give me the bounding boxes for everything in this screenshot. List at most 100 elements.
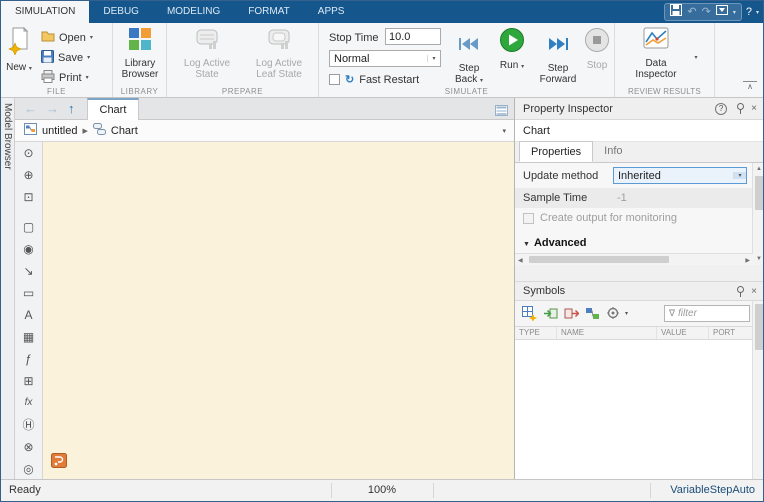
annotation-icon[interactable]: A <box>17 304 41 326</box>
data-inspector-dropdown[interactable]: ▾ <box>689 45 703 65</box>
zoom-in-icon[interactable]: ⊕ <box>17 164 41 186</box>
matlab-function-icon[interactable]: fx <box>17 392 41 414</box>
panel-help-icon[interactable]: ? <box>715 102 728 115</box>
save-file-icon <box>41 49 54 66</box>
step-back-button[interactable]: Step Back ▾ <box>449 23 489 87</box>
scroll-up-icon[interactable]: ▲ <box>753 166 763 172</box>
screenshot-dropdown-icon[interactable]: ▾ <box>733 9 736 16</box>
symbols-filter[interactable]: ∇ <box>664 305 750 322</box>
default-transition-icon[interactable]: ↘ <box>17 260 41 282</box>
explore-icon[interactable]: ⊙ <box>17 142 41 164</box>
add-output-data-icon[interactable] <box>562 305 580 323</box>
update-method-select[interactable]: Inherited ▾ <box>613 167 747 184</box>
add-local-data-icon[interactable] <box>583 305 601 323</box>
image-icon[interactable]: ▦ <box>17 326 41 348</box>
column-value[interactable]: VALUE <box>657 327 709 339</box>
fast-restart-toggle[interactable]: ↻ Fast Restart <box>329 73 419 86</box>
symbols-vscroll-thumb[interactable] <box>754 304 763 350</box>
toolstrip-tabbar: SIMULATION DEBUG MODELING FORMAT APPS ↶ … <box>1 1 763 23</box>
help-icon[interactable]: ? <box>746 4 752 20</box>
tab-info[interactable]: Info <box>593 141 633 162</box>
sample-time-value[interactable]: -1 <box>617 188 627 208</box>
chart-badge-icon[interactable] <box>51 453 67 473</box>
open-button[interactable]: Open ▾ <box>41 29 93 46</box>
breadcrumb-chart[interactable]: Chart <box>111 125 138 137</box>
box-icon[interactable]: ▭ <box>17 282 41 304</box>
add-input-data-icon[interactable] <box>541 305 559 323</box>
properties-vscroll-thumb[interactable] <box>754 176 763 210</box>
run-dropdown-icon: ▾ <box>521 64 525 70</box>
print-button[interactable]: Print ▾ <box>41 69 89 86</box>
new-button[interactable]: New ▾ <box>3 23 35 75</box>
step-back-icon <box>458 27 480 61</box>
properties-vertical-scrollbar[interactable]: ▲ ▼ <box>752 163 763 265</box>
save-icon[interactable] <box>670 3 683 21</box>
document-tab-chart[interactable]: Chart <box>86 97 140 120</box>
stop-time-input[interactable] <box>385 28 441 45</box>
properties-hscroll-thumb[interactable] <box>529 256 669 263</box>
column-name[interactable]: NAME <box>557 327 657 339</box>
tab-simulation[interactable]: SIMULATION <box>1 1 90 23</box>
status-solver[interactable]: VariableStepAuto <box>670 480 755 501</box>
symbols-filter-input[interactable] <box>678 308 737 319</box>
chart-icon <box>92 123 106 138</box>
step-forward-button[interactable]: Step Forward <box>535 23 581 85</box>
breadcrumb-dropdown-icon[interactable]: ▾ <box>502 127 506 135</box>
nav-forward-icon[interactable]: → <box>46 101 59 116</box>
model-browser-strip[interactable]: Model Browser <box>1 98 15 481</box>
junction-icon[interactable]: ◉ <box>17 238 41 260</box>
status-zoom[interactable]: 100% <box>368 480 396 501</box>
tab-properties[interactable]: Properties <box>519 141 594 162</box>
add-data-icon[interactable] <box>520 305 538 323</box>
nav-up-icon[interactable]: ↑ <box>68 101 75 116</box>
function-icon[interactable]: ƒ <box>17 348 41 370</box>
undo-icon[interactable]: ↶ <box>687 4 696 20</box>
state-icon[interactable]: ▢ <box>17 216 41 238</box>
panel-close-icon[interactable]: × <box>751 103 757 114</box>
truth-table-icon[interactable]: ⊞ <box>17 370 41 392</box>
symbols-pin-icon[interactable] <box>735 285 745 297</box>
collapse-toolstrip-icon[interactable]: ∧ <box>743 81 757 93</box>
fast-restart-checkbox[interactable] <box>329 74 340 85</box>
symbols-view-dropdown-icon[interactable]: ▾ <box>625 310 628 317</box>
print-icon <box>41 69 55 86</box>
tab-format[interactable]: FORMAT <box>234 1 303 23</box>
chart-canvas[interactable] <box>43 142 514 481</box>
stop-button[interactable]: Stop <box>583 23 611 71</box>
scroll-down-icon[interactable]: ▼ <box>753 256 763 262</box>
symbols-close-icon[interactable]: × <box>751 286 757 297</box>
screenshot-icon[interactable] <box>715 4 728 20</box>
column-type[interactable]: TYPE <box>515 327 557 339</box>
tab-debug[interactable]: DEBUG <box>89 1 153 23</box>
log-active-leaf-state-button[interactable]: Log Active Leaf State <box>247 23 311 80</box>
symbols-vertical-scrollbar[interactable] <box>752 301 763 481</box>
toolstrip-ribbon: New ▾ Open ▾ Save ▾ Print ▾ FILE Library… <box>1 23 763 98</box>
save-button[interactable]: Save ▾ <box>41 49 90 66</box>
nav-back-icon[interactable]: ← <box>24 101 37 116</box>
column-port[interactable]: PORT <box>709 327 753 339</box>
tab-modeling[interactable]: MODELING <box>153 1 234 23</box>
junction-x-icon[interactable]: ⊗ <box>17 436 41 458</box>
toolbar-options-dropdown-icon[interactable]: ▾ <box>756 9 759 16</box>
entry-junction-icon[interactable]: ◎ <box>17 458 41 480</box>
log-active-state-button[interactable]: Log Active State <box>175 23 239 80</box>
history-junction-icon[interactable]: Ⓗ <box>17 414 41 436</box>
simulation-mode-select[interactable]: Normal ▾ <box>329 50 441 67</box>
panel-pin-icon[interactable] <box>735 103 745 114</box>
editor-overview-icon[interactable] <box>495 103 508 121</box>
data-inspector-button[interactable]: Data Inspector <box>629 23 683 80</box>
tab-apps[interactable]: APPS <box>304 1 359 23</box>
scroll-right-icon[interactable]: ▶ <box>745 257 750 264</box>
run-button[interactable]: Run ▾ <box>495 23 529 73</box>
library-browser-button[interactable]: Library Browser <box>116 23 164 80</box>
properties-horizontal-scrollbar[interactable]: ◀ ▶ <box>515 253 753 265</box>
group-view-icon[interactable] <box>604 305 622 323</box>
data-inspector-icon <box>643 27 669 56</box>
redo-icon[interactable]: ↷ <box>702 4 711 20</box>
fit-to-view-icon[interactable]: ⊡ <box>17 186 41 208</box>
symbols-table-body[interactable] <box>515 340 753 481</box>
advanced-section-toggle[interactable]: ▼ Advanced <box>523 237 587 249</box>
breadcrumb-model[interactable]: untitled <box>42 125 77 137</box>
monitor-output-checkbox[interactable] <box>523 212 534 224</box>
scroll-left-icon[interactable]: ◀ <box>518 257 523 264</box>
